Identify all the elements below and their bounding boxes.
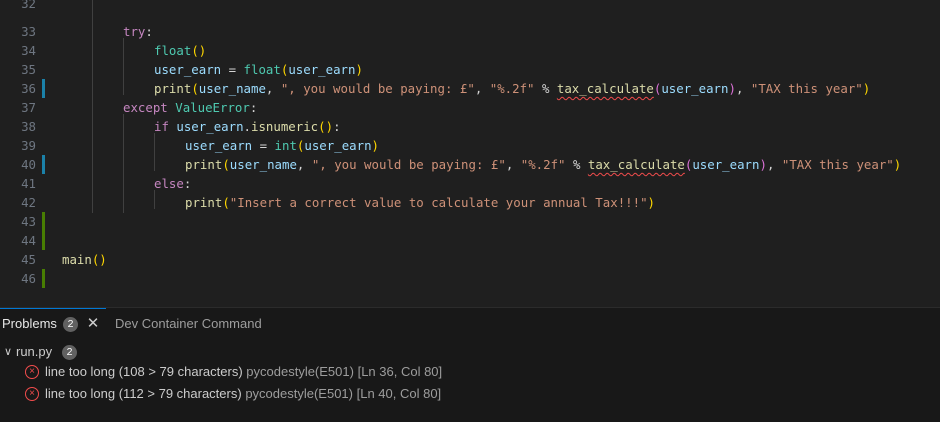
code-text: else: <box>154 176 192 191</box>
error-icon: × <box>25 365 39 379</box>
code-text: main() <box>62 252 107 267</box>
chevron-down-icon[interactable]: ∨ <box>2 342 14 362</box>
code-text: float() <box>154 43 207 58</box>
code-line[interactable]: 41 else: <box>0 174 940 193</box>
problem-source: pycodestyle(E501) <box>245 386 353 401</box>
code-line[interactable]: 45 main() <box>0 250 940 269</box>
problem-text: line too long (112 > 79 characters) pyco… <box>45 384 441 404</box>
code-text: user_earn = float(user_earn) <box>154 62 363 77</box>
line-number: 33 <box>21 24 36 39</box>
problem-location: [Ln 40, Col 80] <box>356 386 442 401</box>
code-line[interactable]: 36 print(user_name, ", you would be payi… <box>0 79 940 98</box>
line-number: 34 <box>21 43 36 58</box>
code-line[interactable]: 32 <box>0 0 940 13</box>
panel-tabs: Problems 2 ✕ Dev Container Command <box>0 308 940 340</box>
line-number: 39 <box>21 138 36 153</box>
code-text: print(user_name, ", you would be paying:… <box>185 157 902 172</box>
code-text: user_earn = int(user_earn) <box>185 138 379 153</box>
code-text: if user_earn.isnumeric(): <box>154 119 341 134</box>
line-number: 41 <box>21 176 36 191</box>
problem-text: line too long (108 > 79 characters) pyco… <box>45 362 442 382</box>
code-line[interactable]: 44 <box>0 231 940 250</box>
close-icon[interactable]: ✕ <box>85 316 101 332</box>
bottom-panel: Problems 2 ✕ Dev Container Command ∨ run… <box>0 307 940 422</box>
code-line[interactable]: 37 except ValueError: <box>0 98 940 117</box>
file-problems-badge: 2 <box>62 345 77 360</box>
code-editor[interactable]: 32 33 try: 34 float() 35 user_earn = flo… <box>0 0 940 307</box>
problem-item[interactable]: × line too long (108 > 79 characters) py… <box>0 362 940 382</box>
code-line[interactable]: 38 if user_earn.isnumeric(): <box>0 117 940 136</box>
code-text: print("Insert a correct value to calcula… <box>185 195 655 210</box>
modified-line-indicator[interactable] <box>42 155 45 174</box>
code-text: try: <box>123 24 153 39</box>
line-number: 45 <box>21 252 36 267</box>
problem-location: [Ln 36, Col 80] <box>357 364 443 379</box>
code-line[interactable]: 35 user_earn = float(user_earn) <box>0 60 940 79</box>
code-text: print(user_name, ", you would be paying:… <box>154 81 871 96</box>
code-line[interactable]: 43 <box>0 212 940 231</box>
added-line-indicator[interactable] <box>42 231 45 250</box>
error-icon: × <box>25 387 39 401</box>
line-number: 40 <box>21 157 36 172</box>
line-number: 38 <box>21 119 36 134</box>
modified-line-indicator[interactable] <box>42 79 45 98</box>
added-line-indicator[interactable] <box>42 269 45 288</box>
file-name: run.py <box>16 344 53 359</box>
code-text: except ValueError: <box>123 100 258 115</box>
problem-source: pycodestyle(E501) <box>246 364 354 379</box>
code-line[interactable]: 33 try: <box>0 22 940 41</box>
problems-file-group[interactable]: ∨ run.py 2 <box>0 342 940 362</box>
tab-problems[interactable]: Problems <box>2 308 57 340</box>
code-line[interactable]: 39 user_earn = int(user_earn) <box>0 136 940 155</box>
problem-message: line too long (108 > 79 characters) <box>45 364 243 379</box>
line-number: 46 <box>21 271 36 286</box>
line-number: 35 <box>21 62 36 77</box>
line-number: 37 <box>21 100 36 115</box>
code-line[interactable]: 34 float() <box>0 41 940 60</box>
line-number: 42 <box>21 195 36 210</box>
code-line[interactable]: 40 print(user_name, ", you would be payi… <box>0 155 940 174</box>
line-number: 32 <box>21 0 36 11</box>
code-line[interactable]: 46 <box>0 269 940 288</box>
problem-message: line too long (112 > 79 characters) <box>45 386 242 401</box>
line-number: 43 <box>21 214 36 229</box>
problem-item[interactable]: × line too long (112 > 79 characters) py… <box>0 384 940 404</box>
line-number: 36 <box>21 81 36 96</box>
code-line[interactable]: 42 print("Insert a correct value to calc… <box>0 193 940 212</box>
added-line-indicator[interactable] <box>42 212 45 231</box>
line-number: 44 <box>21 233 36 248</box>
problems-count-badge: 2 <box>63 317 78 332</box>
tab-dev-container-command[interactable]: Dev Container Command <box>115 308 262 340</box>
